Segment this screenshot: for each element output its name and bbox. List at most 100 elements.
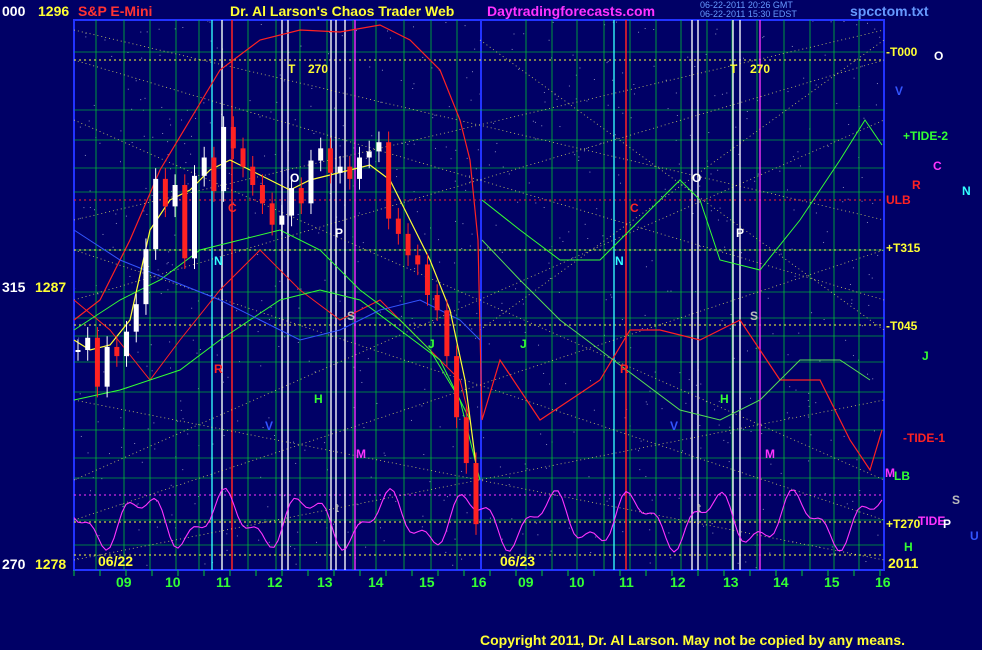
star: [459, 418, 461, 420]
price-bar: [473, 463, 479, 525]
star: [347, 531, 349, 533]
star: [815, 84, 817, 86]
star: [461, 470, 463, 472]
star: [187, 433, 189, 435]
star: [432, 117, 434, 119]
star: [168, 251, 170, 253]
star: [807, 399, 809, 401]
star: [119, 161, 121, 163]
star: [381, 69, 383, 71]
star: [112, 246, 114, 248]
star: [97, 330, 99, 332]
price-bar: [124, 331, 130, 357]
star: [867, 373, 869, 375]
star: [367, 358, 369, 360]
price-bar: [289, 188, 295, 216]
star: [371, 135, 373, 137]
star: [177, 420, 179, 422]
year-label: 2011: [888, 555, 919, 571]
star: [723, 439, 725, 441]
star: [413, 83, 415, 85]
star: [274, 434, 275, 436]
star: [703, 525, 705, 527]
star: [452, 446, 454, 448]
star: [455, 220, 457, 222]
star: [407, 143, 409, 145]
star: [261, 300, 263, 302]
star: [488, 343, 490, 345]
star: [535, 202, 537, 204]
star: [834, 553, 836, 555]
star: [145, 187, 147, 189]
star: [396, 168, 398, 170]
star: [877, 254, 879, 256]
star: [470, 99, 472, 101]
star: [249, 100, 251, 102]
star: [194, 503, 196, 505]
star: [633, 93, 635, 95]
star: [511, 48, 513, 50]
price-bar: [337, 166, 343, 173]
star: [423, 454, 425, 456]
star: [868, 304, 870, 306]
star: [605, 299, 607, 301]
star: [395, 500, 397, 502]
star: [209, 122, 211, 124]
header-title: Dr. Al Larson's Chaos Trader Web: [230, 3, 454, 19]
star: [333, 107, 335, 109]
star: [808, 416, 810, 418]
date-label-1: 06/22: [98, 553, 133, 569]
planet-marker: J: [428, 337, 435, 351]
star: [204, 563, 206, 565]
star: [488, 164, 490, 166]
star: [546, 444, 548, 446]
x-tick-label: 16: [471, 574, 487, 590]
star: [540, 433, 542, 435]
star: [167, 289, 169, 291]
star: [461, 248, 463, 250]
star: [357, 504, 359, 506]
star: [268, 318, 270, 320]
star: [146, 564, 148, 566]
star: [469, 245, 471, 247]
star: [607, 60, 609, 62]
star: [595, 536, 597, 538]
star: [99, 142, 101, 144]
star: [717, 169, 719, 171]
x-tick-label: 11: [619, 574, 634, 590]
x-tick-label: 12: [670, 574, 686, 590]
star: [602, 235, 604, 237]
star: [413, 322, 415, 324]
star: [111, 55, 113, 57]
planet-marker: H: [720, 392, 729, 406]
star: [80, 435, 82, 437]
star: [495, 224, 497, 226]
x-tick-label: 12: [267, 574, 283, 590]
star: [454, 262, 456, 264]
star: [607, 104, 609, 106]
star: [174, 234, 176, 236]
y-label-code-2: 270: [2, 556, 26, 572]
star: [448, 106, 450, 108]
price-bar: [172, 185, 178, 207]
star: [848, 124, 850, 126]
star: [237, 420, 239, 422]
planet-marker: V: [265, 419, 273, 433]
star: [167, 262, 169, 264]
star: [285, 169, 287, 171]
star: [742, 57, 744, 59]
star: [143, 210, 145, 212]
star: [363, 426, 365, 428]
star: [137, 351, 139, 353]
star: [757, 173, 759, 175]
star: [550, 550, 552, 552]
star: [593, 409, 595, 411]
price-bar: [444, 310, 450, 357]
star: [780, 253, 782, 255]
star: [849, 284, 851, 286]
star: [611, 296, 613, 298]
star: [450, 158, 452, 160]
star: [699, 185, 701, 187]
star: [559, 126, 561, 128]
star: [159, 54, 161, 56]
